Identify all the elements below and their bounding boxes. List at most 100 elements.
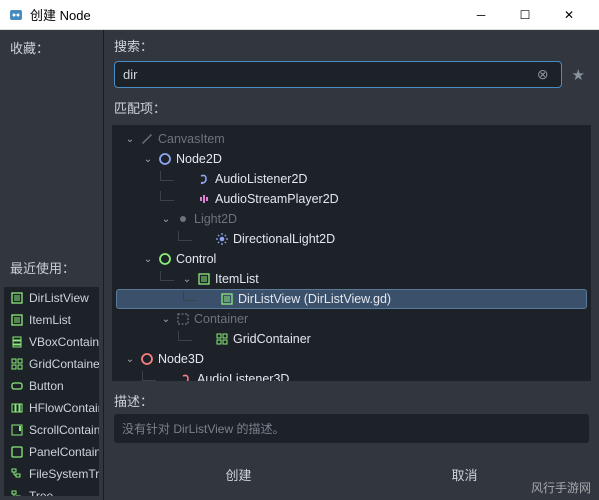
recent-item-label: DirListView xyxy=(29,291,89,305)
sidebar: 收藏： 最近使用： DirListView ItemList VBoxContain… xyxy=(0,30,104,500)
description-text: 没有针对 DirListView 的描述。 xyxy=(114,414,589,443)
favorites-label: 收藏： xyxy=(0,30,103,65)
recent-label: 最近使用： xyxy=(0,250,103,285)
tree-node[interactable]: DirListView (DirListView.gd) xyxy=(116,289,587,309)
tree-node[interactable]: DirectionalLight2D xyxy=(112,229,591,249)
chevron-down-icon[interactable]: ⌄ xyxy=(124,134,136,145)
recent-item[interactable]: PanelContainer xyxy=(4,441,99,463)
tree-node-label: ItemList xyxy=(215,272,259,286)
tree-node-label: CanvasItem xyxy=(158,132,225,146)
watermark: 风行手游网 xyxy=(531,479,591,496)
tree-node[interactable]: AudioListener2D xyxy=(112,169,591,189)
grid-icon xyxy=(215,332,229,346)
description-label: 描述： xyxy=(114,391,589,410)
chevron-down-icon[interactable]: ⌄ xyxy=(181,274,193,285)
itemlist-icon xyxy=(220,292,234,306)
clear-search-icon[interactable]: ⊗ xyxy=(533,66,553,83)
itemlist-icon xyxy=(197,272,211,286)
titlebar: 创建 Node ─ ☐ ✕ xyxy=(0,0,599,30)
tree-node-label: AudioListener3D xyxy=(197,372,289,381)
control-icon xyxy=(158,252,172,266)
dialog-window: 创建 Node ─ ☐ ✕ 收藏： 最近使用： DirListView ItemL… xyxy=(0,0,599,500)
recent-item[interactable]: GridContainer xyxy=(4,353,99,375)
search-label: 搜索： xyxy=(114,36,589,55)
tree-node[interactable]: ⌄ Container xyxy=(112,309,591,329)
chevron-down-icon[interactable]: ⌄ xyxy=(160,314,172,325)
tree-node-label: GridContainer xyxy=(233,332,311,346)
tree-node-label: Node3D xyxy=(158,352,204,366)
vbox-icon xyxy=(10,335,24,349)
grid-icon xyxy=(10,357,24,371)
recent-item-label: GridContainer xyxy=(29,357,99,371)
tree-node[interactable]: ⌄ Light2D xyxy=(112,209,591,229)
audio-listener-icon xyxy=(179,372,193,381)
tree-node[interactable]: AudioStreamPlayer2D xyxy=(112,189,591,209)
recent-item[interactable]: ItemList xyxy=(4,309,99,331)
tree-node-label: AudioStreamPlayer2D xyxy=(215,192,339,206)
tree-node-label: DirectionalLight2D xyxy=(233,232,335,246)
tree-node-label: Container xyxy=(194,312,248,326)
recent-item[interactable]: HFlowContainer xyxy=(4,397,99,419)
hflow-icon xyxy=(10,401,24,415)
tree-node[interactable]: GridContainer xyxy=(112,329,591,349)
recent-item[interactable]: Button xyxy=(4,375,99,397)
tree-icon xyxy=(10,467,24,481)
main-panel: 搜索： ⊗ ★ 匹配项： ⌄ CanvasItem ⌄ Node2D AudioList… xyxy=(104,30,599,500)
itemlist-icon xyxy=(10,291,24,305)
recent-list: DirListView ItemList VBoxContainer GridCont… xyxy=(4,287,99,496)
recent-item[interactable]: FileSystemTree xyxy=(4,463,99,485)
recent-item-label: Button xyxy=(29,379,64,393)
tree-node[interactable]: ⌄ Node2D xyxy=(112,149,591,169)
app-icon xyxy=(8,7,24,23)
audio-stream-icon xyxy=(197,192,211,206)
recent-item[interactable]: ScrollContainer xyxy=(4,419,99,441)
maximize-button[interactable]: ☐ xyxy=(503,1,547,29)
recent-item[interactable]: DirListView xyxy=(4,287,99,309)
cancel-button[interactable]: 取消 xyxy=(432,459,498,490)
tree-node[interactable]: ⌄ Node3D xyxy=(112,349,591,369)
recent-item-label: ScrollContainer xyxy=(29,423,99,437)
node-tree: ⌄ CanvasItem ⌄ Node2D AudioListener2D AudioSt… xyxy=(112,125,591,381)
favorite-star-icon[interactable]: ★ xyxy=(568,66,589,84)
tree-node[interactable]: ⌄ CanvasItem xyxy=(112,129,591,149)
container-icon xyxy=(176,312,190,326)
scroll-icon xyxy=(10,423,24,437)
search-box[interactable]: ⊗ xyxy=(114,61,562,88)
tree-icon xyxy=(10,489,24,496)
dialog-footer: 创建 取消 xyxy=(104,449,599,500)
tree-node[interactable]: ⌄ Control xyxy=(112,249,591,269)
node2d-icon xyxy=(158,152,172,166)
chevron-down-icon[interactable]: ⌄ xyxy=(124,354,136,365)
canvasitem-icon xyxy=(140,132,154,146)
tree-node[interactable]: AudioListener3D xyxy=(112,369,591,381)
recent-item-label: HFlowContainer xyxy=(29,401,99,415)
recent-item-label: ItemList xyxy=(29,313,71,327)
tree-node-label: Node2D xyxy=(176,152,222,166)
node3d-icon xyxy=(140,352,154,366)
recent-item[interactable]: Tree xyxy=(4,485,99,496)
button-icon xyxy=(10,379,24,393)
recent-item-label: FileSystemTree xyxy=(29,467,99,481)
dir-light-icon xyxy=(215,232,229,246)
tree-node-label: Control xyxy=(176,252,216,266)
recent-item-label: PanelContainer xyxy=(29,445,99,459)
recent-item-label: VBoxContainer xyxy=(29,335,99,349)
minimize-button[interactable]: ─ xyxy=(459,1,503,29)
light2d-icon xyxy=(176,212,190,226)
tree-node-label: Light2D xyxy=(194,212,237,226)
itemlist-icon xyxy=(10,313,24,327)
chevron-down-icon[interactable]: ⌄ xyxy=(160,214,172,225)
audio-listener-icon xyxy=(197,172,211,186)
close-button[interactable]: ✕ xyxy=(547,1,591,29)
create-button[interactable]: 创建 xyxy=(205,459,271,490)
tree-node[interactable]: ⌄ ItemList xyxy=(112,269,591,289)
tree-node-label: DirListView (DirListView.gd) xyxy=(238,292,391,306)
panel-icon xyxy=(10,445,24,459)
recent-item-label: Tree xyxy=(29,489,53,496)
chevron-down-icon[interactable]: ⌄ xyxy=(142,154,154,165)
chevron-down-icon[interactable]: ⌄ xyxy=(142,254,154,265)
recent-item[interactable]: VBoxContainer xyxy=(4,331,99,353)
window-title: 创建 Node xyxy=(30,5,459,24)
search-input[interactable] xyxy=(123,67,533,82)
matches-label: 匹配项： xyxy=(104,92,599,123)
